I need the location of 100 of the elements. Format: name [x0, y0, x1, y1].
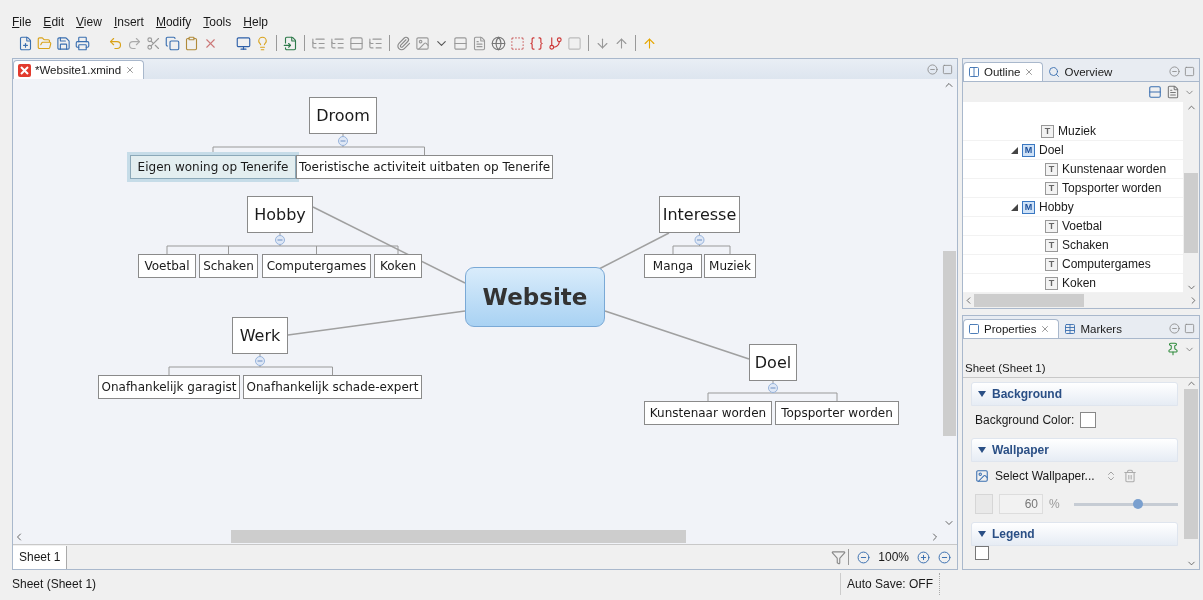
menu-item[interactable]: Tools — [203, 15, 232, 29]
main-topic[interactable]: Hobby — [247, 196, 313, 233]
subtopic[interactable]: Koken — [374, 254, 422, 278]
copy-icon[interactable] — [165, 35, 180, 51]
panel-tab[interactable]: Overview — [1043, 62, 1122, 81]
zoom-in-icon[interactable] — [917, 550, 930, 564]
close-icon[interactable] — [1040, 324, 1051, 334]
opacity-checkbox[interactable] — [975, 494, 993, 514]
boundary-icon[interactable] — [510, 35, 525, 51]
new-file-icon[interactable] — [18, 35, 33, 51]
globe-icon[interactable] — [491, 35, 506, 51]
relationship-icon[interactable] — [548, 35, 563, 51]
arrow-down-icon[interactable] — [595, 35, 610, 51]
subtopic[interactable]: Manga — [644, 254, 702, 278]
subtopic[interactable]: Topsporter worden — [775, 401, 899, 425]
subtopic[interactable]: Muziek — [704, 254, 756, 278]
menu-item[interactable]: Help — [243, 15, 268, 29]
redo-icon[interactable] — [127, 35, 142, 51]
subtopic[interactable]: Schaken — [199, 254, 258, 278]
main-topic[interactable]: Interesse — [659, 196, 740, 233]
outline-item[interactable]: T Kunstenaar worden — [963, 160, 1183, 179]
wallpaper-icon[interactable] — [975, 469, 989, 483]
menu-item[interactable]: Modify — [155, 15, 192, 29]
editor-tab[interactable]: *Website1.xmind — [13, 60, 145, 79]
outline-item[interactable]: T Computergames — [963, 255, 1183, 274]
monitor-icon[interactable] — [236, 35, 251, 51]
outline-item[interactable]: T Voetbal — [963, 217, 1183, 236]
zoom-out-icon[interactable] — [857, 550, 871, 564]
pin-icon[interactable] — [1166, 342, 1180, 356]
subtopic[interactable]: Kunstenaar worden — [644, 401, 772, 425]
color-swatch[interactable] — [1080, 412, 1097, 428]
collapse-icon[interactable] — [768, 383, 778, 393]
minimize-icon[interactable] — [1169, 323, 1180, 334]
image-icon[interactable] — [415, 35, 430, 51]
menu-item[interactable]: View — [76, 15, 102, 29]
trash-icon[interactable] — [1123, 469, 1137, 483]
outline-item[interactable]: T Topsporter worden — [963, 179, 1183, 198]
slider-thumb[interactable] — [1133, 498, 1144, 509]
topic-icon[interactable] — [349, 35, 364, 51]
subtopic-icon[interactable] — [368, 35, 383, 51]
spinner-icon[interactable] — [1105, 470, 1117, 482]
main-topic[interactable]: Droom — [309, 97, 377, 134]
subtopic[interactable]: Voetbal — [138, 254, 196, 278]
maximize-icon[interactable] — [1184, 66, 1195, 77]
outline-item[interactable]: T Muziek — [963, 122, 1183, 141]
expanded-icon[interactable] — [1011, 203, 1018, 211]
horizontal-scrollbar[interactable] — [13, 529, 957, 544]
opacity-field[interactable]: 60 — [999, 494, 1043, 514]
subtopic[interactable]: Onafhankelijk garagist — [98, 375, 240, 399]
expanded-icon[interactable] — [978, 446, 986, 454]
paste-icon[interactable] — [184, 35, 199, 51]
scrollbar-thumb[interactable] — [231, 530, 686, 543]
main-topic[interactable]: Doel — [749, 344, 797, 381]
insert-topic-icon[interactable] — [283, 35, 298, 51]
subtopic[interactable]: Eigen woning op Tenerife — [130, 155, 296, 179]
collapse-icon[interactable] — [255, 356, 265, 366]
folder-icon[interactable] — [37, 35, 52, 51]
outline-item[interactable]: T Schaken — [963, 236, 1183, 255]
subtopic[interactable]: Computergames — [262, 254, 371, 278]
horizontal-scrollbar[interactable] — [963, 293, 1199, 308]
layout-icon[interactable] — [1148, 85, 1162, 99]
subtopic-icon[interactable] — [330, 35, 345, 51]
maximize-icon[interactable] — [942, 64, 953, 75]
scrollbar-thumb[interactable] — [1184, 389, 1199, 539]
panel-tab[interactable]: Outline — [963, 62, 1044, 81]
paperclip-icon[interactable] — [396, 35, 411, 51]
legend-checkbox[interactable] — [975, 546, 989, 560]
undo-icon[interactable] — [108, 35, 123, 51]
maximize-icon[interactable] — [1184, 323, 1195, 334]
save-icon[interactable] — [56, 35, 71, 51]
filter-icon[interactable] — [831, 549, 847, 565]
collapse-icon[interactable] — [338, 136, 348, 146]
section-header[interactable]: Wallpaper — [971, 438, 1178, 462]
subtopic[interactable]: Toeristische activiteit uitbaten op Tenerife — [296, 155, 553, 179]
close-icon[interactable] — [125, 65, 136, 75]
scrollbar-thumb[interactable] — [974, 294, 1084, 307]
outline-item[interactable]: M Doel — [963, 141, 1183, 160]
scissors-icon[interactable] — [146, 35, 161, 51]
sheet-tab[interactable]: Sheet 1 — [13, 545, 68, 569]
expanded-icon[interactable] — [978, 390, 986, 398]
panel-tab[interactable]: Properties — [963, 319, 1060, 338]
close-icon[interactable] — [1024, 67, 1035, 77]
section-header[interactable]: Background — [971, 382, 1178, 406]
scrollbar-thumb[interactable] — [1184, 173, 1198, 253]
panel-tab[interactable]: Markers — [1059, 319, 1131, 338]
menu-item[interactable]: Insert — [113, 15, 144, 29]
collapse-icon[interactable] — [275, 235, 285, 245]
subtopic[interactable]: Onafhankelijk schade-expert — [243, 375, 422, 399]
note-icon[interactable] — [472, 35, 487, 51]
minimize-icon[interactable] — [1169, 66, 1180, 77]
menu-item[interactable]: Edit — [43, 15, 65, 29]
menu-item[interactable]: File — [12, 15, 32, 29]
scrollbar-thumb[interactable] — [942, 251, 956, 436]
rows-icon[interactable] — [453, 35, 468, 51]
select-wallpaper-button[interactable]: Select Wallpaper... — [995, 469, 1099, 483]
expanded-icon[interactable] — [1011, 146, 1018, 154]
opacity-slider[interactable] — [1073, 502, 1178, 506]
subtopic-icon[interactable] — [311, 35, 326, 51]
main-topic[interactable]: Werk — [232, 317, 288, 354]
central-topic[interactable]: Website — [465, 267, 605, 327]
